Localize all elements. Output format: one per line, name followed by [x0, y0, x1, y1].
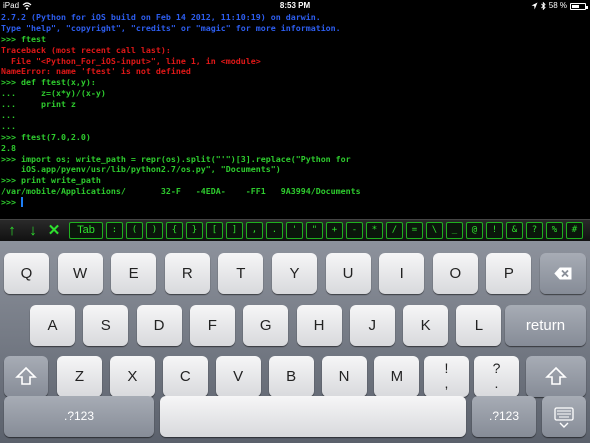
symbol-key[interactable]: [: [206, 222, 223, 239]
key-l[interactable]: L: [456, 305, 502, 346]
key-x[interactable]: X: [109, 356, 155, 397]
symbol-key[interactable]: *: [366, 222, 383, 239]
question-period-key[interactable]: ? .: [474, 356, 519, 397]
python-console[interactable]: 2.7.2 (Python for iOS build on Feb 14 20…: [0, 12, 590, 219]
shift-right-button[interactable]: [526, 356, 586, 397]
key-m[interactable]: M: [374, 356, 420, 397]
console-line: Traceback (most recent call last):: [1, 44, 171, 55]
symbol-key[interactable]: /: [386, 222, 403, 239]
exclamation-comma-key[interactable]: ! ,: [424, 356, 469, 397]
key-u[interactable]: U: [325, 253, 371, 294]
hide-keyboard-button[interactable]: [542, 396, 586, 437]
tab-key[interactable]: Tab: [69, 222, 103, 239]
key-j[interactable]: J: [349, 305, 395, 346]
key-k[interactable]: K: [403, 305, 449, 346]
symbol-key[interactable]: ]: [226, 222, 243, 239]
key-n[interactable]: N: [321, 356, 367, 397]
history-up-arrow-icon[interactable]: ↑: [3, 222, 21, 240]
key-f[interactable]: F: [189, 305, 235, 346]
key-g[interactable]: G: [243, 305, 289, 346]
symbol-key[interactable]: \: [426, 222, 443, 239]
console-line: >>> import os; write_path = repr(os).spl…: [1, 153, 351, 164]
symbol-key[interactable]: .: [266, 222, 283, 239]
hide-keyboard-icon: [554, 407, 574, 428]
symbol-key[interactable]: %: [546, 222, 563, 239]
key-q[interactable]: Q: [4, 253, 49, 294]
console-line: >>> ftest: [1, 33, 46, 44]
battery-percent: 58 %: [548, 1, 567, 10]
space-bar[interactable]: [160, 396, 466, 437]
key-o[interactable]: O: [432, 253, 478, 294]
status-time: 8:53 PM: [279, 1, 311, 10]
symbol-key[interactable]: ,: [246, 222, 263, 239]
key-t[interactable]: T: [218, 253, 264, 294]
console-line: Type "help", "copyright", "credits" or "…: [1, 22, 341, 33]
backspace-icon: [554, 267, 572, 280]
symbol-key[interactable]: =: [406, 222, 423, 239]
keyboard-accessory-bar: ↑ ↓ ✕ Tab:(){}[],. ' " + - * / = \ _ @! &?% #: [0, 219, 590, 241]
status-bar: iPad 8:53 PM 58 %: [0, 0, 590, 12]
key-s[interactable]: S: [83, 305, 129, 346]
console-line: 2.7.2 (Python for iOS build on Feb 14 20…: [1, 12, 321, 22]
symbol-key[interactable]: &: [506, 222, 523, 239]
text-cursor: [20, 197, 23, 208]
console-line: ...: [1, 120, 16, 131]
console-line: ... z=(x*y)/(x-y): [1, 88, 106, 99]
symbol-key[interactable]: #: [566, 222, 583, 239]
console-line: >>> print write_path: [1, 175, 101, 186]
numbers-right-button[interactable]: .?123: [472, 396, 536, 437]
key-e[interactable]: E: [111, 253, 157, 294]
console-line: ... print z: [1, 99, 76, 110]
console-line: >>> ftest(7.0,2.0): [1, 131, 91, 142]
key-z[interactable]: Z: [57, 356, 102, 397]
history-down-arrow-icon[interactable]: ↓: [24, 222, 42, 240]
console-line: >>>: [1, 197, 23, 208]
close-icon[interactable]: ✕: [45, 222, 63, 240]
console-line: NameError: name 'ftest' is not defined: [1, 66, 191, 77]
symbol-key[interactable]: !: [486, 222, 503, 239]
symbol-key[interactable]: ': [286, 222, 303, 239]
symbol-key[interactable]: (: [126, 222, 143, 239]
symbol-key[interactable]: _: [446, 222, 463, 239]
key-v[interactable]: V: [215, 356, 261, 397]
key-w[interactable]: W: [57, 253, 103, 294]
key-y[interactable]: Y: [272, 253, 317, 294]
console-line: /var/mobile/Applications/ 32-F -4EDA- -F…: [1, 186, 361, 197]
shift-icon: [15, 366, 37, 385]
symbol-key[interactable]: ?: [526, 222, 543, 239]
symbol-key[interactable]: @: [466, 222, 483, 239]
symbol-key[interactable]: ): [146, 222, 163, 239]
return-button[interactable]: return: [505, 305, 586, 346]
onscreen-keyboard: QWERTYUIOP ASDFGHJKL return ZXCVBNM ! , …: [0, 241, 590, 443]
key-c[interactable]: C: [162, 356, 208, 397]
bluetooth-icon: [540, 2, 546, 10]
key-b[interactable]: B: [268, 356, 314, 397]
console-line: iOS.app/pyenv/usr/lib/python2.7/os.py", …: [1, 164, 281, 175]
symbol-key[interactable]: }: [186, 222, 203, 239]
symbol-key[interactable]: ": [306, 222, 323, 239]
console-line: ...: [1, 110, 16, 121]
symbol-key[interactable]: :: [106, 222, 123, 239]
key-h[interactable]: H: [296, 305, 342, 346]
key-d[interactable]: D: [136, 305, 182, 346]
symbol-key[interactable]: {: [166, 222, 183, 239]
backspace-button[interactable]: [540, 253, 586, 294]
location-arrow-icon: [531, 2, 538, 10]
console-line: >>> def ftest(x,y):: [1, 77, 96, 88]
battery-icon: [570, 2, 588, 10]
key-p[interactable]: P: [486, 253, 532, 294]
key-r[interactable]: R: [164, 253, 210, 294]
key-i[interactable]: I: [379, 253, 425, 294]
console-line: 2.8: [1, 142, 16, 153]
numbers-left-button[interactable]: .?123: [4, 396, 154, 437]
shift-left-button[interactable]: [4, 356, 48, 397]
symbol-key[interactable]: -: [346, 222, 363, 239]
shift-icon: [545, 366, 567, 385]
symbol-key[interactable]: +: [326, 222, 343, 239]
console-line: File "<Python_For_iOS-input>", line 1, i…: [1, 55, 261, 66]
key-a[interactable]: A: [30, 305, 75, 346]
